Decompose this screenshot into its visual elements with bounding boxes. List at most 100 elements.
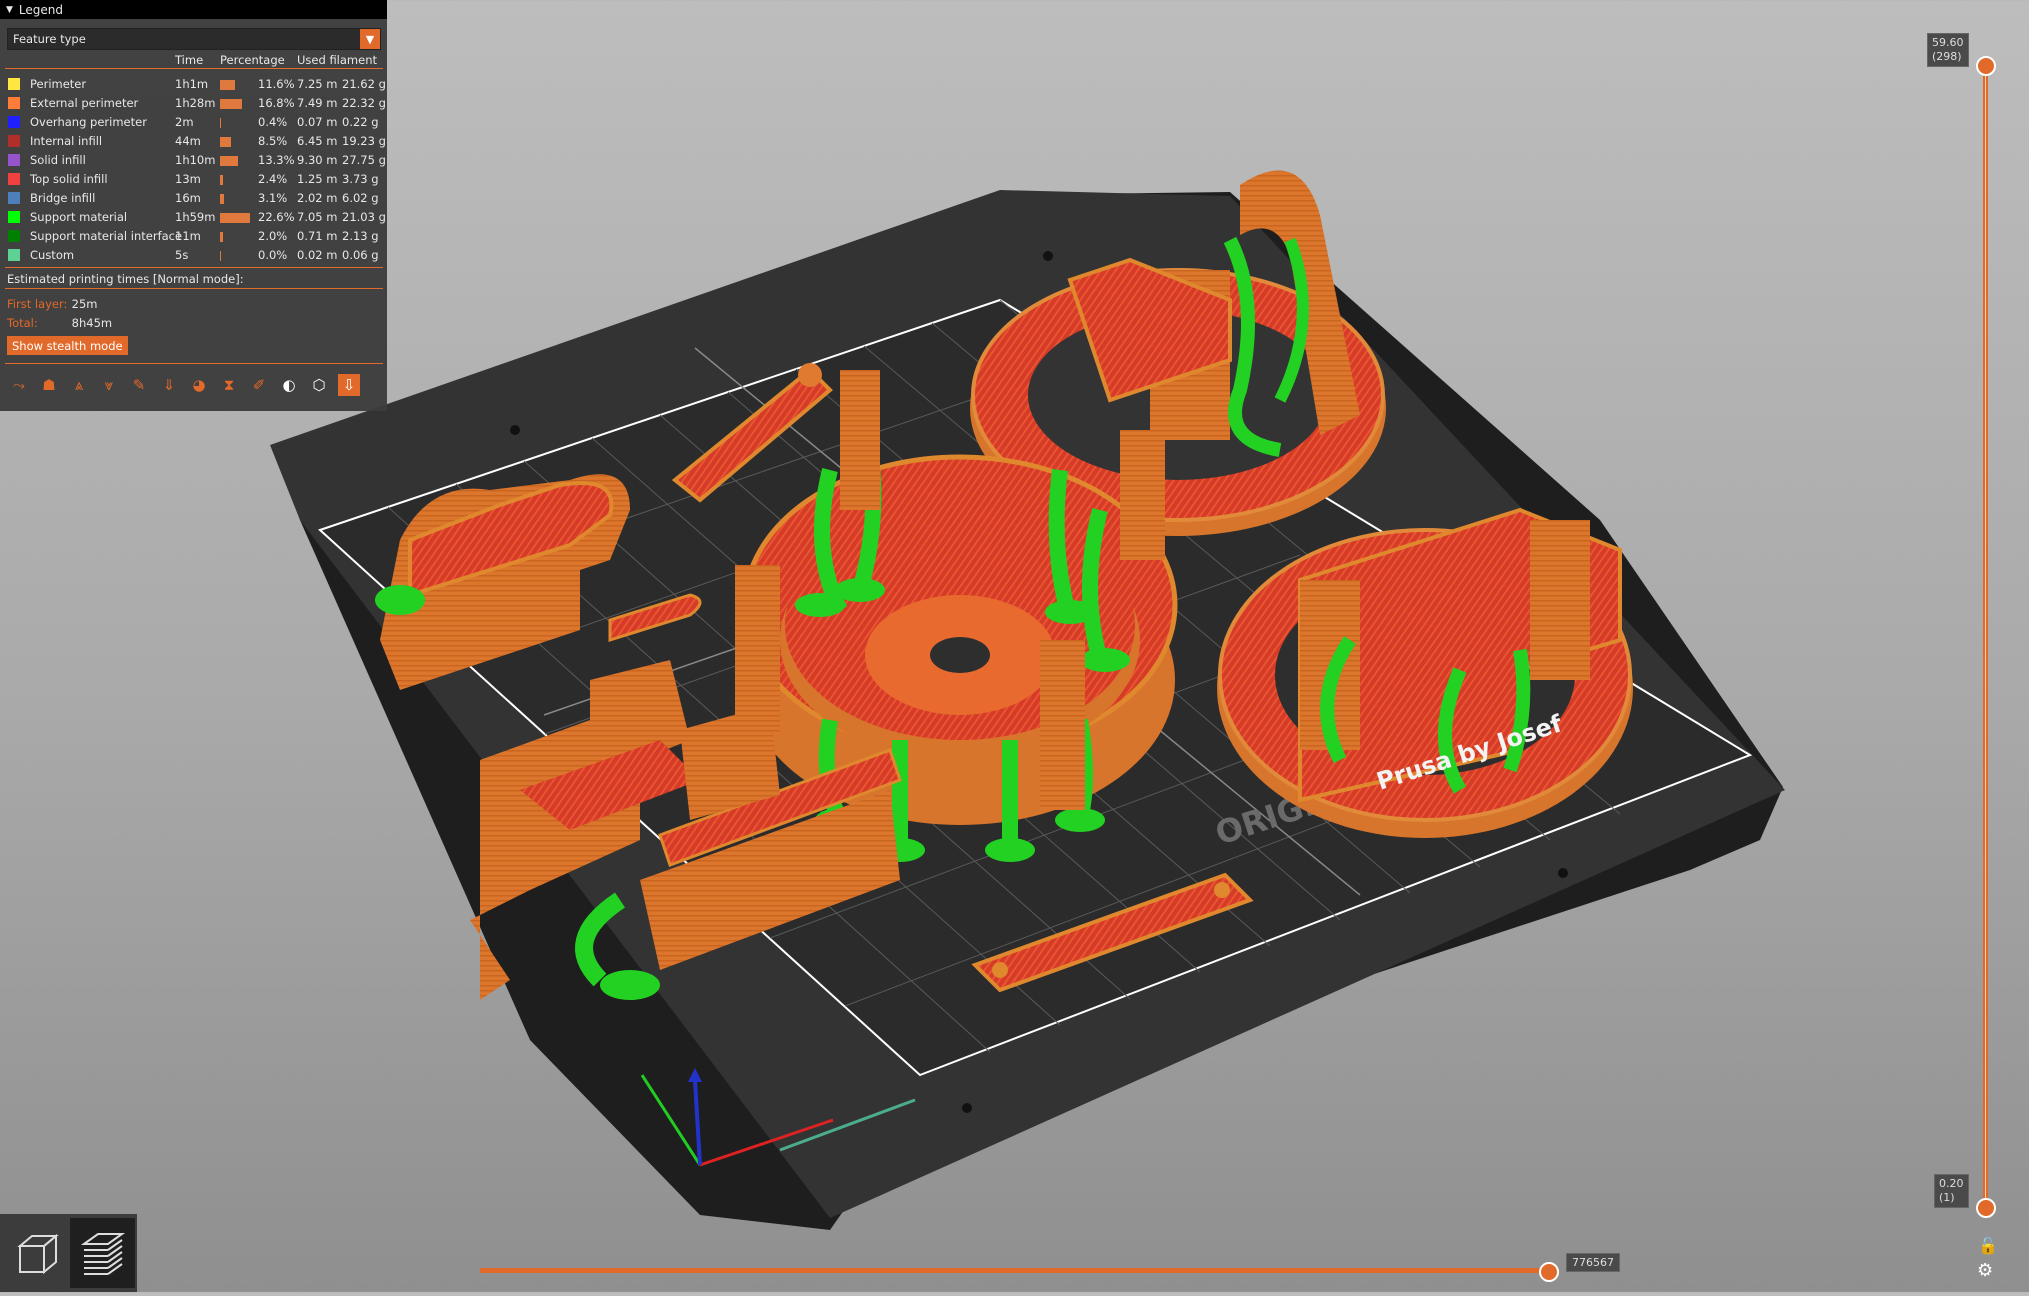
feature-percentage: 22.6%	[258, 210, 295, 224]
center-of-gravity-icon[interactable]: ◐	[278, 374, 300, 396]
show-stealth-mode-button[interactable]: Show stealth mode	[7, 336, 128, 355]
layer-slider-rail	[1985, 64, 1986, 1208]
percentage-bar	[220, 194, 224, 204]
column-header-used-filament: Used filament	[297, 53, 378, 67]
layer-slider-bottom-thumb[interactable]	[1976, 1198, 1996, 1218]
legend-row[interactable]: External perimeter 1h28m 16.8% 7.49 m 22.32 …	[0, 93, 387, 112]
deretractions-icon[interactable]: ⩔	[98, 374, 120, 396]
feature-time: 44m	[175, 134, 201, 148]
tool-marker-icon[interactable]: ⇩	[338, 374, 360, 396]
legend-row[interactable]: Top solid infill 13m 2.4% 1.25 m 3.73 g	[0, 169, 387, 188]
view-switcher	[0, 1214, 137, 1292]
view-type-value: Feature type	[13, 32, 86, 46]
feature-weight: 2.13 g	[342, 229, 379, 243]
estimated-times-label: Estimated printing times [Normal mode]:	[7, 272, 244, 286]
color-swatch	[8, 116, 20, 128]
percentage-bar	[220, 213, 250, 223]
retractions-icon[interactable]: ⩓	[68, 374, 90, 396]
feature-length: 7.49 m	[297, 96, 338, 110]
legend-row[interactable]: Custom 5s 0.0% 0.02 m 0.06 g	[0, 245, 387, 264]
custom-gcodes-icon[interactable]: ✐	[248, 374, 270, 396]
feature-weight: 27.75 g	[342, 153, 386, 167]
feature-percentage: 8.5%	[258, 134, 288, 148]
feature-weight: 0.22 g	[342, 115, 379, 129]
feature-length: 1.25 m	[297, 172, 338, 186]
feature-weight: 21.62 g	[342, 77, 386, 91]
feature-percentage: 13.3%	[258, 153, 295, 167]
move-slider-value: 776567	[1566, 1253, 1620, 1272]
legend-row[interactable]: Internal infill 44m 8.5% 6.45 m 19.23 g	[0, 131, 387, 150]
percentage-bar	[220, 137, 231, 147]
layer-top-index: (298)	[1932, 50, 1962, 63]
3d-view-icon[interactable]	[4, 1218, 69, 1288]
feature-length: 9.30 m	[297, 153, 338, 167]
feature-weight: 3.73 g	[342, 172, 379, 186]
view-type-combo[interactable]: Feature type ▼	[7, 28, 381, 50]
wipe-icon[interactable]: ☗	[38, 374, 60, 396]
feature-name: Support material	[30, 210, 128, 224]
seams-icon[interactable]: ✎	[128, 374, 150, 396]
feature-time: 16m	[175, 191, 201, 205]
legend-row[interactable]: Overhang perimeter 2m 0.4% 0.07 m 0.22 g	[0, 112, 387, 131]
feature-length: 0.71 m	[297, 229, 338, 243]
color-swatch	[8, 173, 20, 185]
feature-percentage: 3.1%	[258, 191, 288, 205]
feature-length: 0.02 m	[297, 248, 338, 262]
layer-bottom-label: 0.20 (1)	[1934, 1174, 1969, 1208]
feature-name: Perimeter	[30, 77, 87, 91]
percentage-bar	[220, 156, 238, 166]
feature-length: 7.25 m	[297, 77, 338, 91]
feature-length: 6.45 m	[297, 134, 338, 148]
feature-name: Support material interface	[30, 229, 183, 243]
color-swatch	[8, 249, 20, 261]
legend-row[interactable]: Perimeter 1h1m 11.6% 7.25 m 21.62 g	[0, 74, 387, 93]
layer-top-label: 59.60 (298)	[1927, 33, 1969, 67]
collapse-triangle-icon[interactable]: ▼	[6, 5, 13, 15]
divider	[5, 288, 383, 289]
tool-changes-icon[interactable]: ⇓	[158, 374, 180, 396]
move-slider-track[interactable]	[480, 1268, 1548, 1273]
feature-time: 11m	[175, 229, 201, 243]
feature-time: 1h10m	[175, 153, 216, 167]
legend-row[interactable]: Solid infill 1h10m 13.3% 9.30 m 27.75 g	[0, 150, 387, 169]
color-swatch	[8, 230, 20, 242]
feature-weight: 22.32 g	[342, 96, 386, 110]
travel-icon[interactable]: ⤳	[8, 374, 30, 396]
feature-length: 0.07 m	[297, 115, 338, 129]
feature-time: 1h28m	[175, 96, 216, 110]
legend-row[interactable]: Support material 1h59m 22.6% 7.05 m 21.03 g	[0, 207, 387, 226]
legend-title: Legend	[18, 2, 64, 17]
first-layer-label: First layer:	[7, 297, 68, 311]
feature-weight: 6.02 g	[342, 191, 379, 205]
legend-row[interactable]: Bridge infill 16m 3.1% 2.02 m 6.02 g	[0, 188, 387, 207]
total-value: 8h45m	[71, 316, 113, 330]
feature-time: 13m	[175, 172, 201, 186]
color-swatch	[8, 78, 20, 90]
legend-row[interactable]: Support material interface 11m 2.0% 0.71 m 2…	[0, 226, 387, 245]
feature-time: 2m	[175, 115, 194, 129]
pause-prints-icon[interactable]: ⧗	[218, 374, 240, 396]
feature-percentage: 2.0%	[258, 229, 288, 243]
feature-time: 1h59m	[175, 210, 216, 224]
first-layer-value: 25m	[71, 297, 98, 311]
shells-icon[interactable]: ⬡	[308, 374, 330, 396]
layer-slider-top-thumb[interactable]	[1976, 56, 1996, 76]
feature-name: Top solid infill	[30, 172, 108, 186]
feature-percentage: 2.4%	[258, 172, 288, 186]
color-swatch	[8, 135, 20, 147]
layer-top-height: 59.60	[1932, 36, 1964, 49]
feature-time: 1h1m	[175, 77, 209, 91]
percentage-bar	[220, 251, 221, 261]
column-header-percentage: Percentage	[220, 53, 285, 67]
color-changes-icon[interactable]: ◕	[188, 374, 210, 396]
legend-header[interactable]: ▼ Legend	[0, 0, 387, 19]
feature-name: External perimeter	[30, 96, 139, 110]
settings-cog-icon[interactable]: ⚙	[1977, 1260, 1993, 1281]
header-divider	[5, 68, 383, 69]
move-slider-thumb[interactable]	[1539, 1262, 1559, 1282]
lock-icon[interactable]: 🔓	[1978, 1236, 1998, 1255]
divider	[5, 267, 383, 268]
preview-layers-icon[interactable]	[70, 1218, 135, 1288]
feature-length: 2.02 m	[297, 191, 338, 205]
dropdown-arrow-icon[interactable]: ▼	[360, 29, 380, 49]
